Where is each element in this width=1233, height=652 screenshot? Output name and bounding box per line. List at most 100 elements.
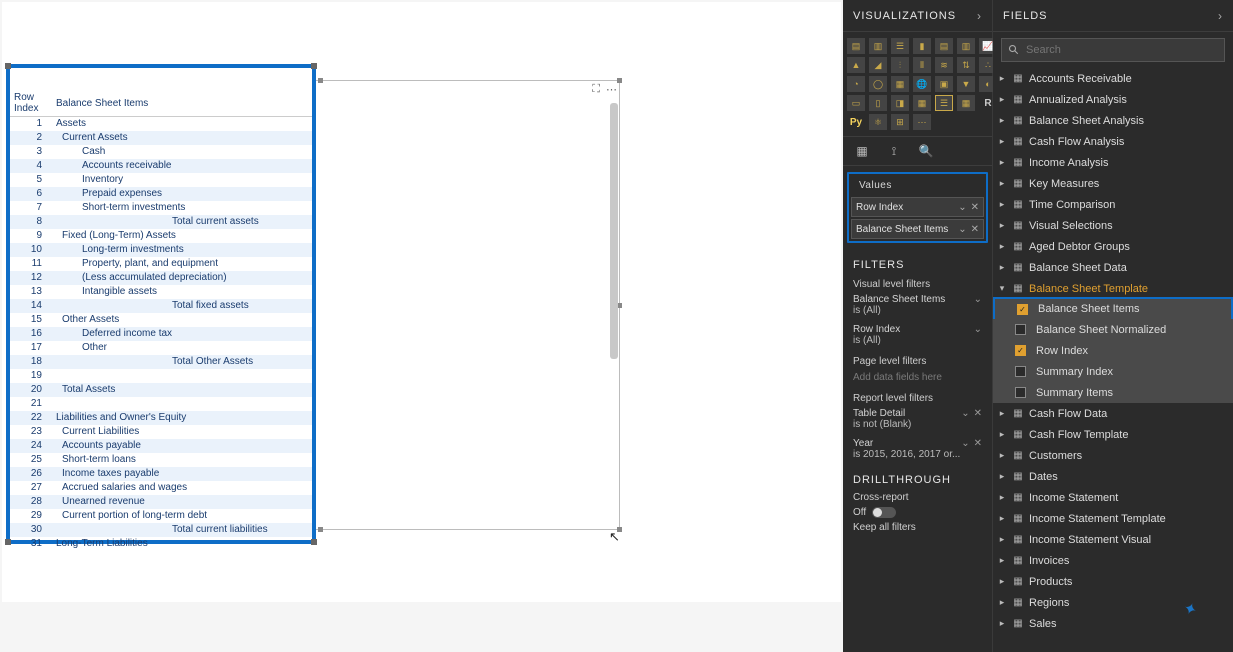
kpi-icon[interactable]: ◨ bbox=[891, 95, 909, 111]
table-row[interactable]: 8Total current assets bbox=[10, 215, 312, 229]
expand-caret-icon[interactable]: ▸ bbox=[997, 199, 1007, 210]
table-row[interactable]: 22Liabilities and Owner's Equity bbox=[10, 411, 312, 425]
qa-icon[interactable]: ⋯ bbox=[913, 114, 931, 130]
expand-caret-icon[interactable]: ▸ bbox=[997, 534, 1007, 545]
fields-table-row[interactable]: ▸▦Invoices bbox=[993, 550, 1233, 571]
analytics-tab-icon[interactable]: 🔍 bbox=[917, 143, 935, 159]
visual-filter-card[interactable]: Balance Sheet Items⌄is (All) bbox=[843, 292, 992, 322]
chevron-down-icon[interactable]: ⌄ bbox=[961, 438, 969, 449]
expand-caret-icon[interactable]: ▸ bbox=[997, 94, 1007, 105]
fields-column-row[interactable]: Balance Sheet Normalized bbox=[993, 319, 1233, 340]
field-checkbox[interactable] bbox=[1015, 366, 1026, 377]
fields-tab-icon[interactable]: ▦ bbox=[853, 143, 871, 159]
table-row[interactable]: 16Deferred income tax bbox=[10, 327, 312, 341]
donut-icon[interactable]: ◯ bbox=[869, 76, 887, 92]
fields-table-row[interactable]: ▸▦Accounts Receivable bbox=[993, 68, 1233, 89]
chevron-down-icon[interactable]: ⌄ bbox=[974, 294, 982, 305]
table-row[interactable]: 14Total fixed assets bbox=[10, 299, 312, 313]
table-row[interactable]: 23Current Liabilities bbox=[10, 425, 312, 439]
expand-caret-icon[interactable]: ▸ bbox=[997, 157, 1007, 168]
cross-report-toggle[interactable] bbox=[872, 507, 896, 518]
table-row[interactable]: 26Income taxes payable bbox=[10, 467, 312, 481]
table-row[interactable]: 7Short-term investments bbox=[10, 201, 312, 215]
table-row[interactable]: 31Long-Term Liabilities bbox=[10, 537, 312, 551]
report-canvas[interactable]: ⛶ ⋯ Row Index Balance Sheet Items 1Asset… bbox=[0, 0, 843, 652]
expand-caret-icon[interactable]: ▸ bbox=[997, 513, 1007, 524]
table-row[interactable]: 4Accounts receivable bbox=[10, 159, 312, 173]
table-row[interactable]: 1Assets bbox=[10, 117, 312, 132]
collapse-fields-icon[interactable]: › bbox=[1218, 9, 1223, 23]
table-row[interactable]: 2Current Assets bbox=[10, 131, 312, 145]
100stacked-bar-icon[interactable]: ▤ bbox=[935, 38, 953, 54]
table-row[interactable]: 20Total Assets bbox=[10, 383, 312, 397]
expand-caret-icon[interactable]: ▸ bbox=[997, 492, 1007, 503]
fields-table-row[interactable]: ▸▦Income Statement Template bbox=[993, 508, 1233, 529]
col-balance-sheet-items[interactable]: Balance Sheet Items bbox=[52, 90, 312, 117]
page-filters-placeholder[interactable]: Add data fields here bbox=[843, 369, 992, 389]
visualizations-header[interactable]: VISUALIZATIONS › bbox=[843, 0, 992, 32]
chevron-down-icon[interactable]: ⌄ bbox=[958, 224, 966, 235]
table-row[interactable]: 5Inventory bbox=[10, 173, 312, 187]
chevron-down-icon[interactable]: ⌄ bbox=[958, 202, 966, 213]
collapse-viz-icon[interactable]: › bbox=[977, 9, 982, 23]
field-checkbox[interactable] bbox=[1015, 387, 1026, 398]
expand-caret-icon[interactable]: ▸ bbox=[997, 136, 1007, 147]
clustered-bar-icon[interactable]: ☰ bbox=[891, 38, 909, 54]
line-clustered-icon[interactable]: ⫴ bbox=[913, 57, 931, 73]
fields-table-row[interactable]: ▾▦Balance Sheet Template bbox=[993, 278, 1233, 299]
report-filter-card[interactable]: Year⌄✕is 2015, 2016, 2017 or... bbox=[843, 436, 992, 466]
value-field-pill[interactable]: Balance Sheet Items⌄✕ bbox=[851, 219, 984, 239]
slicer-icon[interactable]: ▦ bbox=[913, 95, 931, 111]
100stacked-column-icon[interactable]: ▥ bbox=[957, 38, 975, 54]
clustered-column-icon[interactable]: ▮ bbox=[913, 38, 931, 54]
expand-caret-icon[interactable]: ▸ bbox=[997, 471, 1007, 482]
values-well[interactable]: Values Row Index⌄✕Balance Sheet Items⌄✕ bbox=[847, 172, 988, 243]
table-row[interactable]: 13Intangible assets bbox=[10, 285, 312, 299]
fields-table-row[interactable]: ▸▦Income Analysis bbox=[993, 152, 1233, 173]
table-row[interactable]: 28Unearned revenue bbox=[10, 495, 312, 509]
decomp-tree-icon[interactable]: ⊞ bbox=[891, 114, 909, 130]
expand-caret-icon[interactable]: ▸ bbox=[997, 597, 1007, 608]
fields-table-row[interactable]: ▸▦Customers bbox=[993, 445, 1233, 466]
table-row[interactable]: 3Cash bbox=[10, 145, 312, 159]
table-row[interactable]: 11Property, plant, and equipment bbox=[10, 257, 312, 271]
table-visual-icon[interactable]: ☰ bbox=[935, 95, 953, 111]
fields-table-row[interactable]: ▸▦Key Measures bbox=[993, 173, 1233, 194]
fields-table-row[interactable]: ▸▦Cash Flow Data bbox=[993, 403, 1233, 424]
fields-table-row[interactable]: ▸▦Aged Debtor Groups bbox=[993, 236, 1233, 257]
expand-caret-icon[interactable]: ▸ bbox=[997, 262, 1007, 273]
report-filter-card[interactable]: Table Detail⌄✕is not (Blank) bbox=[843, 406, 992, 436]
map-icon[interactable]: 🌐 bbox=[913, 76, 931, 92]
table-row[interactable]: 19 bbox=[10, 369, 312, 383]
expand-caret-icon[interactable]: ▸ bbox=[997, 429, 1007, 440]
ribbon-icon[interactable]: ≋ bbox=[935, 57, 953, 73]
fields-column-row[interactable]: Summary Items bbox=[993, 382, 1233, 403]
remove-filter-icon[interactable]: ✕ bbox=[974, 408, 982, 419]
fields-table-row[interactable]: ▸▦Products bbox=[993, 571, 1233, 592]
expand-caret-icon[interactable]: ▸ bbox=[997, 618, 1007, 629]
expand-caret-icon[interactable]: ▸ bbox=[997, 115, 1007, 126]
expand-caret-icon[interactable]: ▾ bbox=[997, 283, 1007, 294]
table-row[interactable]: 15Other Assets bbox=[10, 313, 312, 327]
table-row[interactable]: 24Accounts payable bbox=[10, 439, 312, 453]
fields-header[interactable]: FIELDS › bbox=[993, 0, 1233, 32]
card-icon[interactable]: ▭ bbox=[847, 95, 865, 111]
field-checkbox[interactable] bbox=[1015, 324, 1026, 335]
expand-caret-icon[interactable]: ▸ bbox=[997, 408, 1007, 419]
stacked-column-icon[interactable]: ▥ bbox=[869, 38, 887, 54]
fields-search[interactable] bbox=[1001, 38, 1225, 62]
table-row[interactable]: 9Fixed (Long-Term) Assets bbox=[10, 229, 312, 243]
expand-caret-icon[interactable]: ▸ bbox=[997, 450, 1007, 461]
fields-column-row[interactable]: Row Index bbox=[993, 340, 1233, 361]
visual-scrollbar[interactable] bbox=[610, 101, 618, 527]
value-field-pill[interactable]: Row Index⌄✕ bbox=[851, 197, 984, 217]
field-checkbox[interactable] bbox=[1017, 304, 1028, 315]
expand-caret-icon[interactable]: ▸ bbox=[997, 73, 1007, 84]
line-stacked-icon[interactable]: ⫶ bbox=[891, 57, 909, 73]
fields-table-row[interactable]: ▸▦Balance Sheet Data bbox=[993, 257, 1233, 278]
page-canvas[interactable]: ⛶ ⋯ Row Index Balance Sheet Items 1Asset… bbox=[2, 2, 841, 602]
matrix-icon[interactable]: ▦ bbox=[957, 95, 975, 111]
visual-filter-card[interactable]: Row Index⌄is (All) bbox=[843, 322, 992, 352]
stacked-area-icon[interactable]: ◢ bbox=[869, 57, 887, 73]
fields-table-row[interactable]: ▸▦Time Comparison bbox=[993, 194, 1233, 215]
